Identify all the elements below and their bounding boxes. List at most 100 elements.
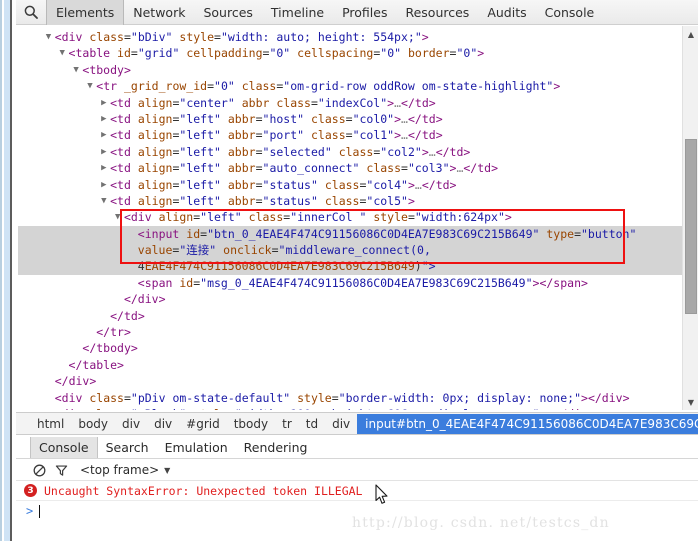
prompt-caret-icon: > (26, 504, 34, 518)
breadcrumb-item[interactable]: input#btn_0_4EAE4F474C91156086C0D4EA7E98… (357, 413, 698, 434)
breadcrumb-item[interactable]: html (30, 415, 71, 433)
disclosure-triangle-closed-icon[interactable]: ▶ (101, 144, 110, 160)
breadcrumb-item[interactable]: div (147, 415, 179, 433)
dom-tree-panel[interactable]: ▼ <div class="bDiv" style="width: auto; h… (18, 26, 682, 410)
dom-tree-line[interactable]: <div class="pDiv om-state-default" style… (18, 390, 682, 406)
dom-tree-scrollbar[interactable]: ▲ ▼ (682, 26, 698, 410)
drawer-tabs: Console Search Emulation Rendering (16, 437, 698, 459)
disclosure-triangle-closed-icon[interactable]: ▶ (101, 111, 110, 127)
disclosure-triangle-closed-icon[interactable]: ▶ (101, 95, 110, 111)
disclosure-triangle-closed-icon[interactable]: ▶ (101, 160, 110, 176)
devtools-tab-audits[interactable]: Audits (478, 0, 535, 25)
dom-tree-line[interactable]: ▶ <td align="left" abbr="status" class="c… (18, 177, 682, 193)
drawer-tab-emulation[interactable]: Emulation (157, 438, 236, 457)
window-edge-line (10, 0, 12, 541)
dom-tree-line[interactable]: 4EAE4F474C91156086C0D4EA7E983C69C215B649… (18, 258, 682, 275)
console-output: 3 Uncaught SyntaxError: Unexpected token… (16, 481, 698, 541)
frame-selector[interactable]: <top frame> ▼ (80, 463, 170, 477)
watermark-text: http://blog. csdn. net/testcs_dn (352, 515, 610, 531)
dom-tree-line[interactable]: </tbody> (18, 340, 682, 356)
devtools-tab-label: Sources (203, 4, 253, 20)
chevron-down-icon: ▼ (164, 465, 171, 475)
dom-tree-line[interactable]: ▼ <tbody> (18, 62, 682, 78)
drawer-tab-rendering[interactable]: Rendering (236, 438, 316, 457)
dom-tree-line[interactable]: </tr> (18, 324, 682, 340)
dom-tree-line[interactable]: ▶ <td align="left" abbr="selected" class=… (18, 144, 682, 160)
disclosure-triangle-closed-icon[interactable]: ▶ (101, 127, 110, 143)
devtools-tab-profiles[interactable]: Profiles (333, 0, 396, 25)
devtools-tab-label: Console (544, 4, 595, 20)
devtools-panel-tabs: Elements Network Sources Timeline Profiles Re… (46, 0, 603, 25)
dom-tree-code: ▼ <div class="bDiv" style="width: auto; h… (18, 29, 682, 410)
devtools-tab-label: Elements (56, 4, 115, 20)
dom-tree-line[interactable]: ▼ <tr _grid_row_id="0" class="om-grid-row… (18, 78, 682, 94)
dom-tree-line[interactable]: ▶<div class="gBlock" style="width: 100%;… (18, 406, 682, 410)
frame-selector-label: <top frame> (80, 463, 160, 477)
breadcrumb: html body div div #grid tbody tr td div input#btn… (16, 412, 698, 435)
disclosure-triangle-open-icon[interactable]: ▼ (60, 45, 69, 61)
search-icon[interactable] (16, 0, 46, 25)
dom-tree-line[interactable]: ▶ <td align="left" abbr="port" class="col… (18, 127, 682, 143)
breadcrumb-item[interactable]: div (325, 415, 357, 433)
disclosure-triangle-open-icon[interactable]: ▼ (101, 193, 110, 209)
dom-tree-line[interactable]: </table> (18, 357, 682, 373)
drawer-tab-search[interactable]: Search (98, 438, 157, 457)
filter-funnel-icon[interactable] (50, 460, 72, 480)
disclosure-triangle-closed-icon[interactable]: ▶ (101, 177, 110, 193)
dom-tree-line[interactable]: </div> (18, 373, 682, 389)
devtools-tab-elements[interactable]: Elements (46, 0, 125, 25)
error-count-badge: 3 (24, 484, 37, 497)
dom-tree-line[interactable]: ▼ <td align="left" abbr="status" class="c… (18, 193, 682, 209)
error-message-text: Uncaught SyntaxError: Unexpected token I… (44, 483, 363, 498)
devtools-tab-label: Profiles (342, 4, 388, 20)
scrollbar-thumb[interactable] (685, 139, 697, 314)
dom-tree-line[interactable]: </div> (18, 291, 682, 307)
breadcrumb-item[interactable]: tr (275, 415, 299, 433)
breadcrumb-item[interactable]: td (299, 415, 325, 433)
devtools-toolbar: Elements Network Sources Timeline Profiles Re… (16, 0, 698, 25)
console-error-message[interactable]: 3 Uncaught SyntaxError: Unexpected token… (16, 481, 698, 501)
scroll-up-icon[interactable]: ▲ (683, 26, 698, 42)
devtools-tab-network[interactable]: Network (124, 0, 194, 25)
dom-tree-line[interactable]: <input id="btn_0_4EAE4F474C91156086C0D4E… (18, 225, 682, 243)
dom-tree-line[interactable]: ▶ <td align="center" abbr class="indexCol… (18, 95, 682, 111)
disclosure-triangle-open-icon[interactable]: ▼ (46, 29, 55, 45)
scroll-down-icon[interactable]: ▼ (683, 394, 698, 410)
disclosure-triangle-closed-icon[interactable]: ▶ (46, 406, 55, 410)
breadcrumb-item[interactable]: tbody (227, 415, 275, 433)
dom-tree-line[interactable]: ▼ <table id="grid" cellpadding="0" cellsp… (18, 45, 682, 61)
dom-tree-line[interactable]: ▶ <td align="left" abbr="host" class="col… (18, 111, 682, 127)
devtools-tab-timeline[interactable]: Timeline (262, 0, 333, 25)
drawer-tab-console[interactable]: Console (30, 437, 98, 458)
dom-tree-line[interactable]: value="连接" onclick="middleware_connect(0… (18, 242, 682, 259)
breadcrumb-item[interactable]: div (115, 415, 147, 433)
dom-tree-line[interactable]: ▼ <div class="bDiv" style="width: auto; h… (18, 29, 682, 45)
devtools-tab-label: Timeline (270, 4, 325, 20)
console-text-cursor (39, 504, 41, 518)
disclosure-triangle-open-icon[interactable]: ▼ (87, 78, 96, 94)
devtools-tab-resources[interactable]: Resources (396, 0, 478, 25)
dom-tree-line[interactable]: <span id="msg_0_4EAE4F474C91156086C0D4EA… (18, 275, 682, 291)
devtools-tab-console[interactable]: Console (536, 0, 604, 25)
devtools-tab-label: Resources (405, 4, 470, 20)
clear-console-icon[interactable] (28, 460, 50, 480)
breadcrumb-item[interactable]: #grid (179, 415, 227, 433)
breadcrumb-item[interactable]: body (71, 415, 115, 433)
window-left-gutter (0, 0, 16, 541)
dom-tree-line[interactable]: ▼ <div align="left" class="innerCol " sty… (18, 209, 682, 225)
disclosure-triangle-open-icon[interactable]: ▼ (115, 209, 124, 225)
devtools-tab-label: Network (133, 4, 186, 20)
devtools-tab-sources[interactable]: Sources (194, 0, 261, 25)
console-filter-bar: <top frame> ▼ (16, 460, 698, 481)
devtools-window: Elements Network Sources Timeline Profiles Re… (0, 0, 698, 541)
dom-tree-line[interactable]: </td> (18, 308, 682, 324)
dom-tree-line[interactable]: ▶ <td align="left" abbr="auto_connect" cl… (18, 160, 682, 176)
